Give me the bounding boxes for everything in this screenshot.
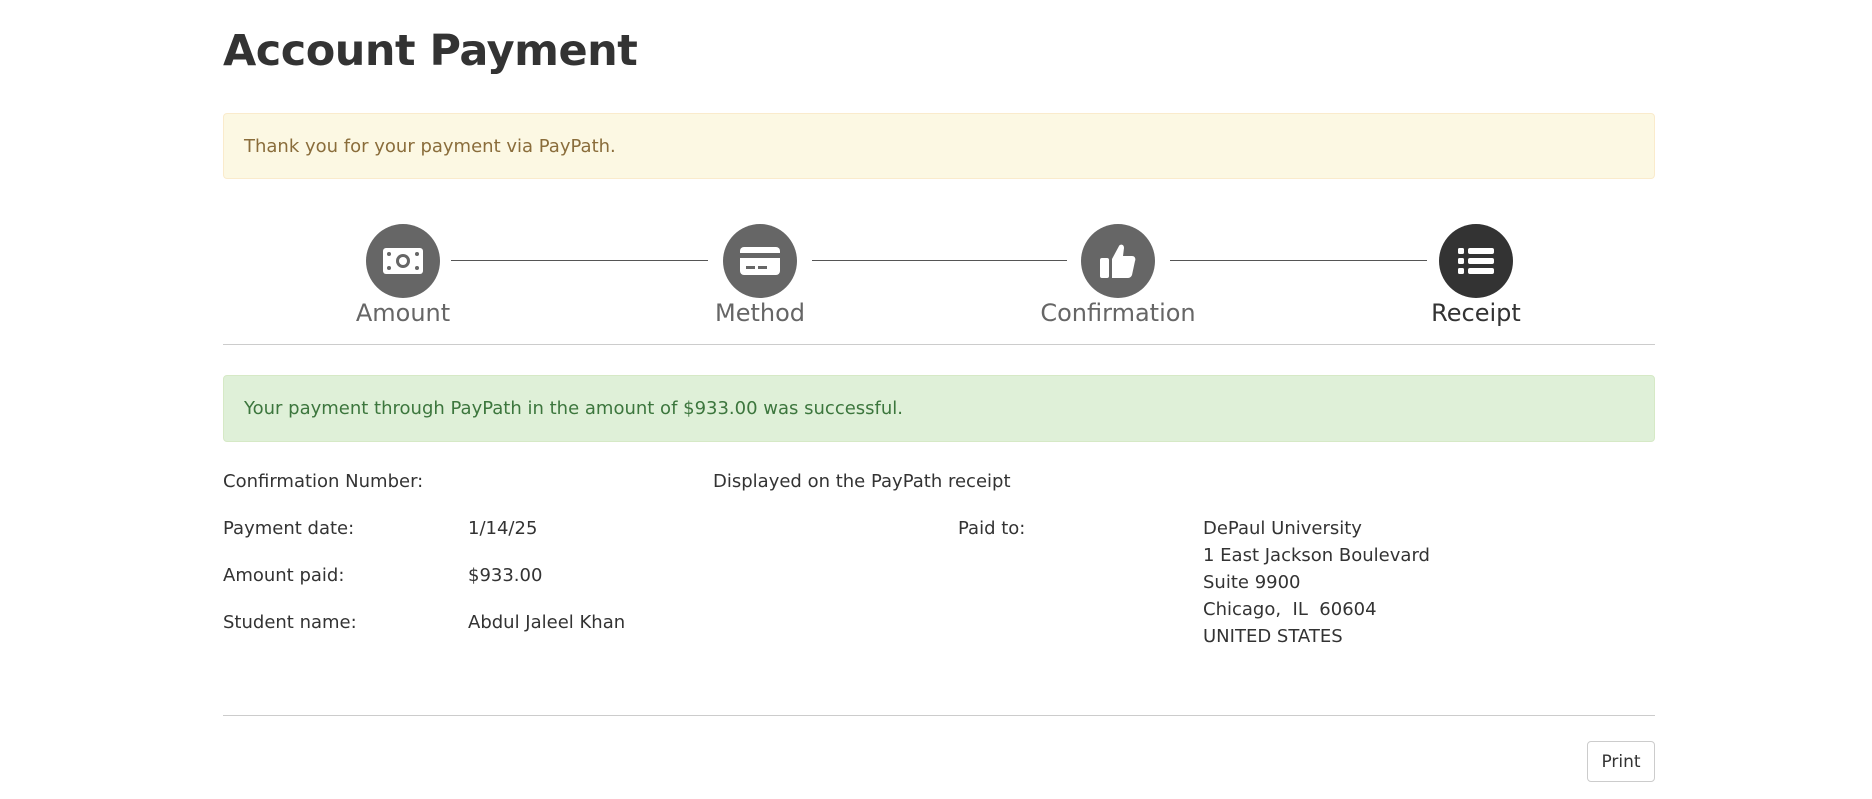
address-line: DePaul University — [1203, 518, 1362, 539]
money-bill-icon — [383, 248, 423, 274]
step-method-label: Method — [714, 299, 805, 327]
payment-date-label: Payment date: — [223, 518, 355, 539]
list-icon — [1458, 248, 1494, 274]
address-line: 1 East Jackson Boulevard — [1203, 545, 1430, 566]
address-line: Suite 9900 — [1203, 572, 1301, 593]
student-name-value: Abdul Jaleel Khan — [468, 612, 626, 633]
address-line: UNITED STATES — [1203, 626, 1343, 647]
step-confirmation-circle — [1081, 224, 1155, 298]
payment-success-alert-text: Your payment through PayPath in the amou… — [244, 398, 904, 419]
step-confirmation-label: Confirmation — [1040, 299, 1196, 327]
payment-date-value: 1/14/25 — [468, 518, 538, 539]
student-name-label: Student name: — [223, 612, 357, 633]
payment-stepper: Amount Method Confirmation Receipt — [223, 0, 1655, 345]
step-method: Method — [660, 224, 860, 328]
step-amount-label: Amount — [355, 299, 451, 327]
paid-to-address: DePaul University 1 East Jackson Bouleva… — [1203, 515, 1430, 650]
step-receipt-label: Receipt — [1431, 299, 1521, 327]
step-confirmation: Confirmation — [1018, 224, 1218, 328]
thumbs-up-icon — [1100, 244, 1136, 278]
footer-divider — [223, 715, 1655, 716]
address-line: Chicago, IL 60604 — [1203, 599, 1377, 620]
step-amount: Amount — [303, 224, 503, 328]
payment-success-alert: Your payment through PayPath in the amou… — [223, 375, 1655, 442]
step-receipt-circle — [1439, 224, 1513, 298]
print-button[interactable]: Print — [1587, 741, 1655, 782]
step-amount-circle — [366, 224, 440, 298]
confirmation-number-label: Confirmation Number: — [223, 471, 424, 492]
paid-to-label: Paid to: — [958, 518, 1026, 539]
amount-paid-label: Amount paid: — [223, 565, 345, 586]
credit-card-icon — [740, 247, 780, 275]
confirmation-number-value: Displayed on the PayPath receipt — [713, 471, 1011, 492]
stepper-divider — [223, 344, 1655, 345]
step-method-circle — [723, 224, 797, 298]
amount-paid-value: $933.00 — [468, 565, 543, 586]
step-receipt: Receipt — [1376, 224, 1576, 328]
